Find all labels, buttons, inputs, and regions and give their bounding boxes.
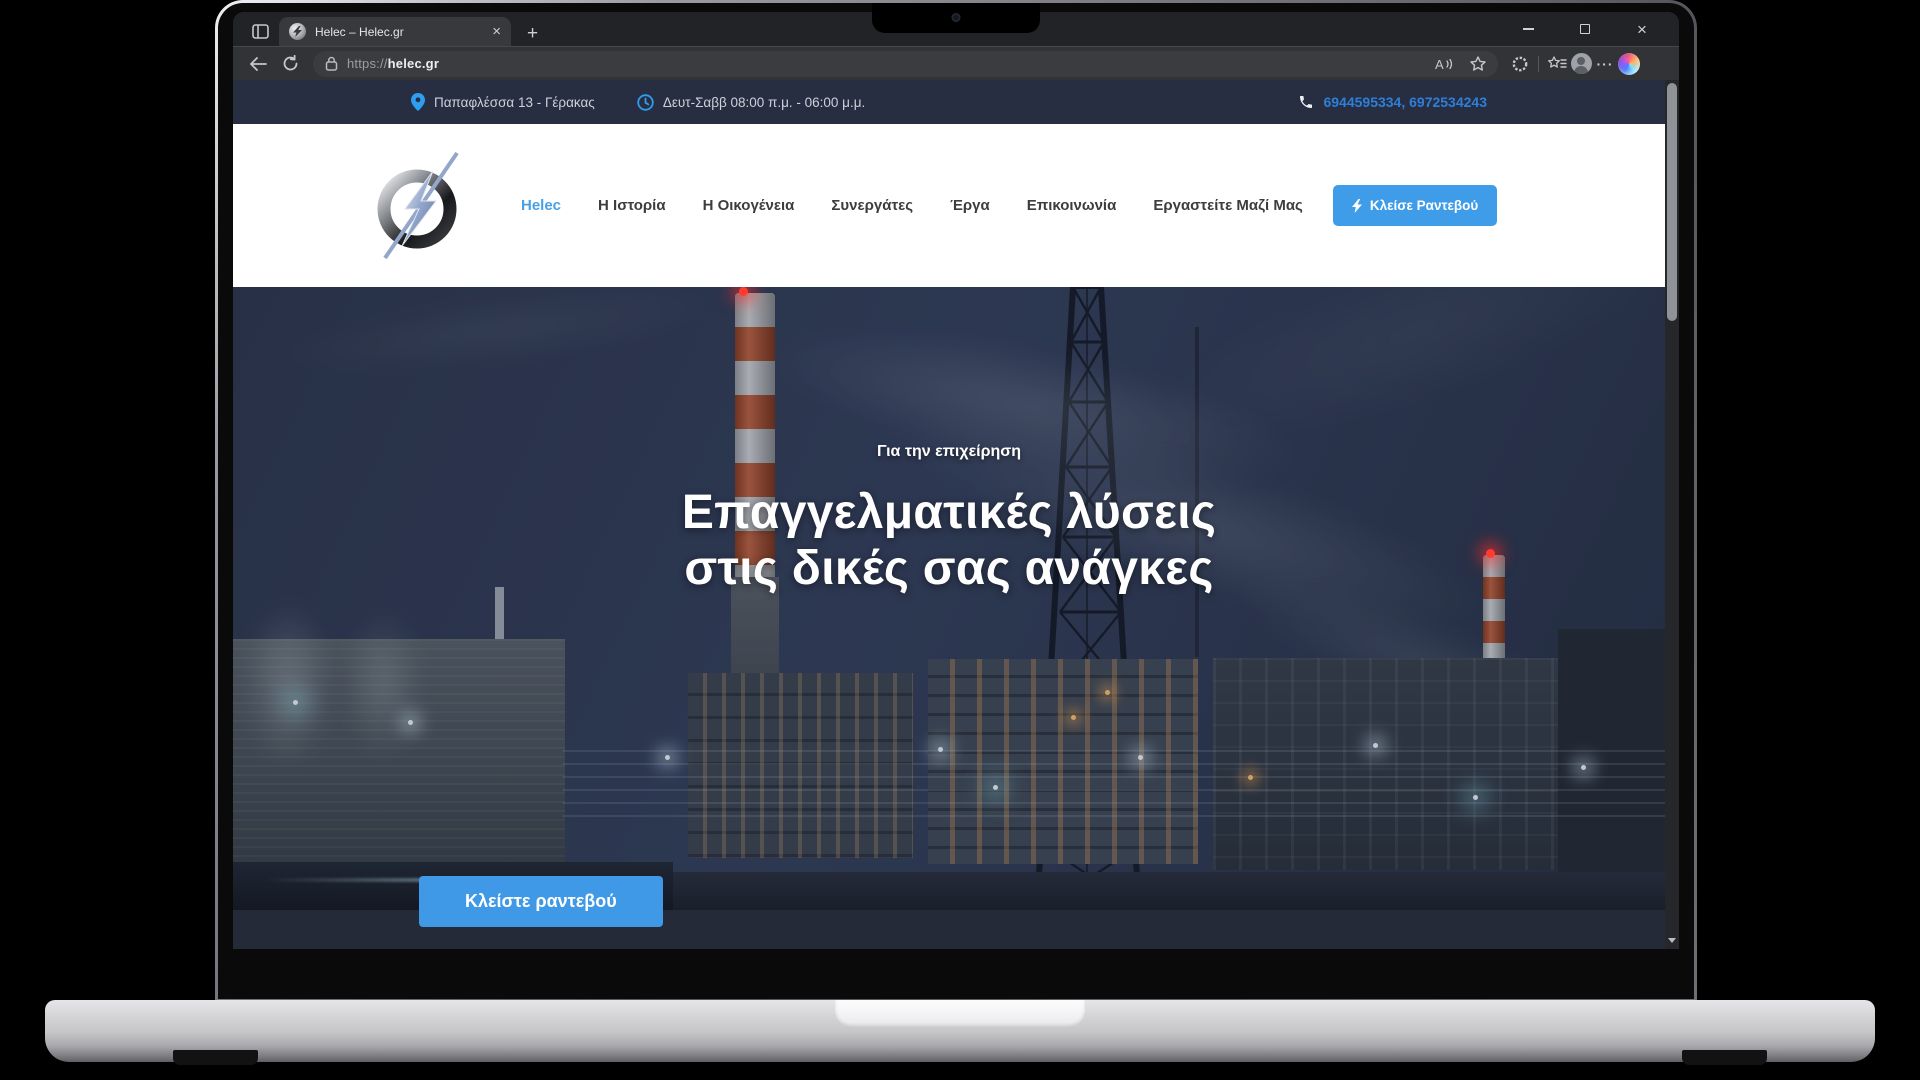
laptop-mockup: Helec – Helec.gr × + × — [0, 0, 1920, 1080]
tab-close-icon[interactable]: × — [492, 24, 501, 39]
topbar-phones[interactable]: 6944595334, 6972534243 — [1298, 94, 1487, 110]
toolbar-divider — [1538, 56, 1539, 72]
url-text: https://helec.gr — [347, 56, 439, 71]
page-viewport: Παπαφλέσσα 13 - Γέρακας Δευτ-Σαββ 08:00 … — [233, 80, 1679, 949]
laptop-base — [45, 1000, 1875, 1062]
scrollbar-down-arrow[interactable] — [1665, 933, 1679, 947]
window-controls: × — [1513, 12, 1679, 46]
clock-icon — [637, 94, 654, 111]
favorite-star-icon[interactable] — [1466, 52, 1490, 76]
nav-item-oikogeneia[interactable]: Η Οικογένεια — [703, 197, 795, 214]
maximize-button[interactable] — [1570, 12, 1600, 46]
svg-text:A: A — [1435, 57, 1444, 71]
location-pin-icon — [411, 93, 425, 111]
address-bar[interactable]: https://helec.gr A — [313, 51, 1498, 77]
browser-window: Helec – Helec.gr × + × — [233, 12, 1679, 949]
laptop-foot — [173, 1050, 258, 1065]
site-menu: Helec Η Ιστορία Η Οικογένεια Συνεργάτες … — [521, 197, 1303, 214]
browser-tab-active[interactable]: Helec – Helec.gr × — [279, 17, 511, 46]
site-topbar: Παπαφλέσσα 13 - Γέρακας Δευτ-Σαββ 08:00 … — [233, 80, 1665, 124]
nav-item-synergates[interactable]: Συνεργάτες — [831, 197, 913, 214]
close-button[interactable]: × — [1627, 12, 1657, 46]
tab-title: Helec – Helec.gr — [315, 25, 484, 39]
nav-item-helec[interactable]: Helec — [521, 197, 561, 214]
hero-copy: Για την επιχείρηση Επαγγελματικές λύσεις… — [233, 443, 1665, 597]
back-icon[interactable] — [245, 51, 271, 77]
copilot-icon[interactable] — [1617, 52, 1641, 76]
site-navbar: Helec Η Ιστορία Η Οικογένεια Συνεργάτες … — [233, 124, 1665, 287]
scrollbar-thumb[interactable] — [1667, 83, 1677, 321]
hero-book-appointment-button[interactable]: Κλείστε ραντεβού — [419, 876, 663, 927]
laptop-screen-bezel: Helec – Helec.gr × + × — [215, 0, 1697, 1002]
read-aloud-icon[interactable]: A — [1432, 52, 1456, 76]
nav-item-ergasteite[interactable]: Εργαστείτε Μαζί Μας — [1153, 197, 1303, 214]
hero-heading: Επαγγελματικές λύσεις στις δικές σας ανά… — [233, 485, 1665, 597]
hero-kicker: Για την επιχείρηση — [233, 443, 1665, 461]
page-scrollbar[interactable] — [1665, 80, 1679, 949]
tab-favicon-icon — [289, 23, 306, 40]
nav-item-istoria[interactable]: Η Ιστορία — [598, 197, 666, 214]
lock-icon — [325, 56, 338, 71]
webcam-icon — [952, 13, 961, 22]
hero-overlay — [233, 287, 1665, 910]
helec-logo[interactable] — [369, 151, 469, 261]
browser-essentials-icon[interactable] — [1508, 52, 1532, 76]
laptop-notch — [872, 3, 1040, 33]
nav-item-erga[interactable]: Έργα — [950, 197, 990, 214]
topbar-address: Παπαφλέσσα 13 - Γέρακας — [411, 93, 595, 111]
laptop-lid-notch — [835, 1000, 1085, 1027]
workspaces-icon[interactable] — [243, 17, 277, 45]
nav-item-epikoinonia[interactable]: Επικοινωνία — [1027, 197, 1117, 214]
topbar-hours: Δευτ-Σαββ 08:00 π.μ. - 06:00 μ.μ. — [637, 94, 865, 111]
book-appointment-button[interactable]: Κλείσε Ραντεβού — [1333, 185, 1497, 226]
favorites-bar-icon[interactable] — [1545, 52, 1569, 76]
hero-section: Για την επιχείρηση Επαγγελματικές λύσεις… — [233, 287, 1665, 910]
new-tab-button[interactable]: + — [527, 24, 538, 43]
profile-avatar[interactable] — [1569, 52, 1593, 76]
settings-more-icon[interactable]: ··· — [1593, 52, 1617, 76]
phone-icon — [1298, 94, 1314, 110]
laptop-screen: Helec – Helec.gr × + × — [218, 3, 1694, 999]
refresh-icon[interactable] — [277, 51, 303, 77]
webpage: Παπαφλέσσα 13 - Γέρακας Δευτ-Σαββ 08:00 … — [233, 80, 1665, 949]
bolt-icon — [1352, 199, 1362, 213]
laptop-foot — [1682, 1050, 1767, 1065]
warning-light — [739, 287, 748, 296]
minimize-button[interactable] — [1513, 12, 1543, 46]
browser-toolbar: https://helec.gr A — [233, 46, 1679, 80]
